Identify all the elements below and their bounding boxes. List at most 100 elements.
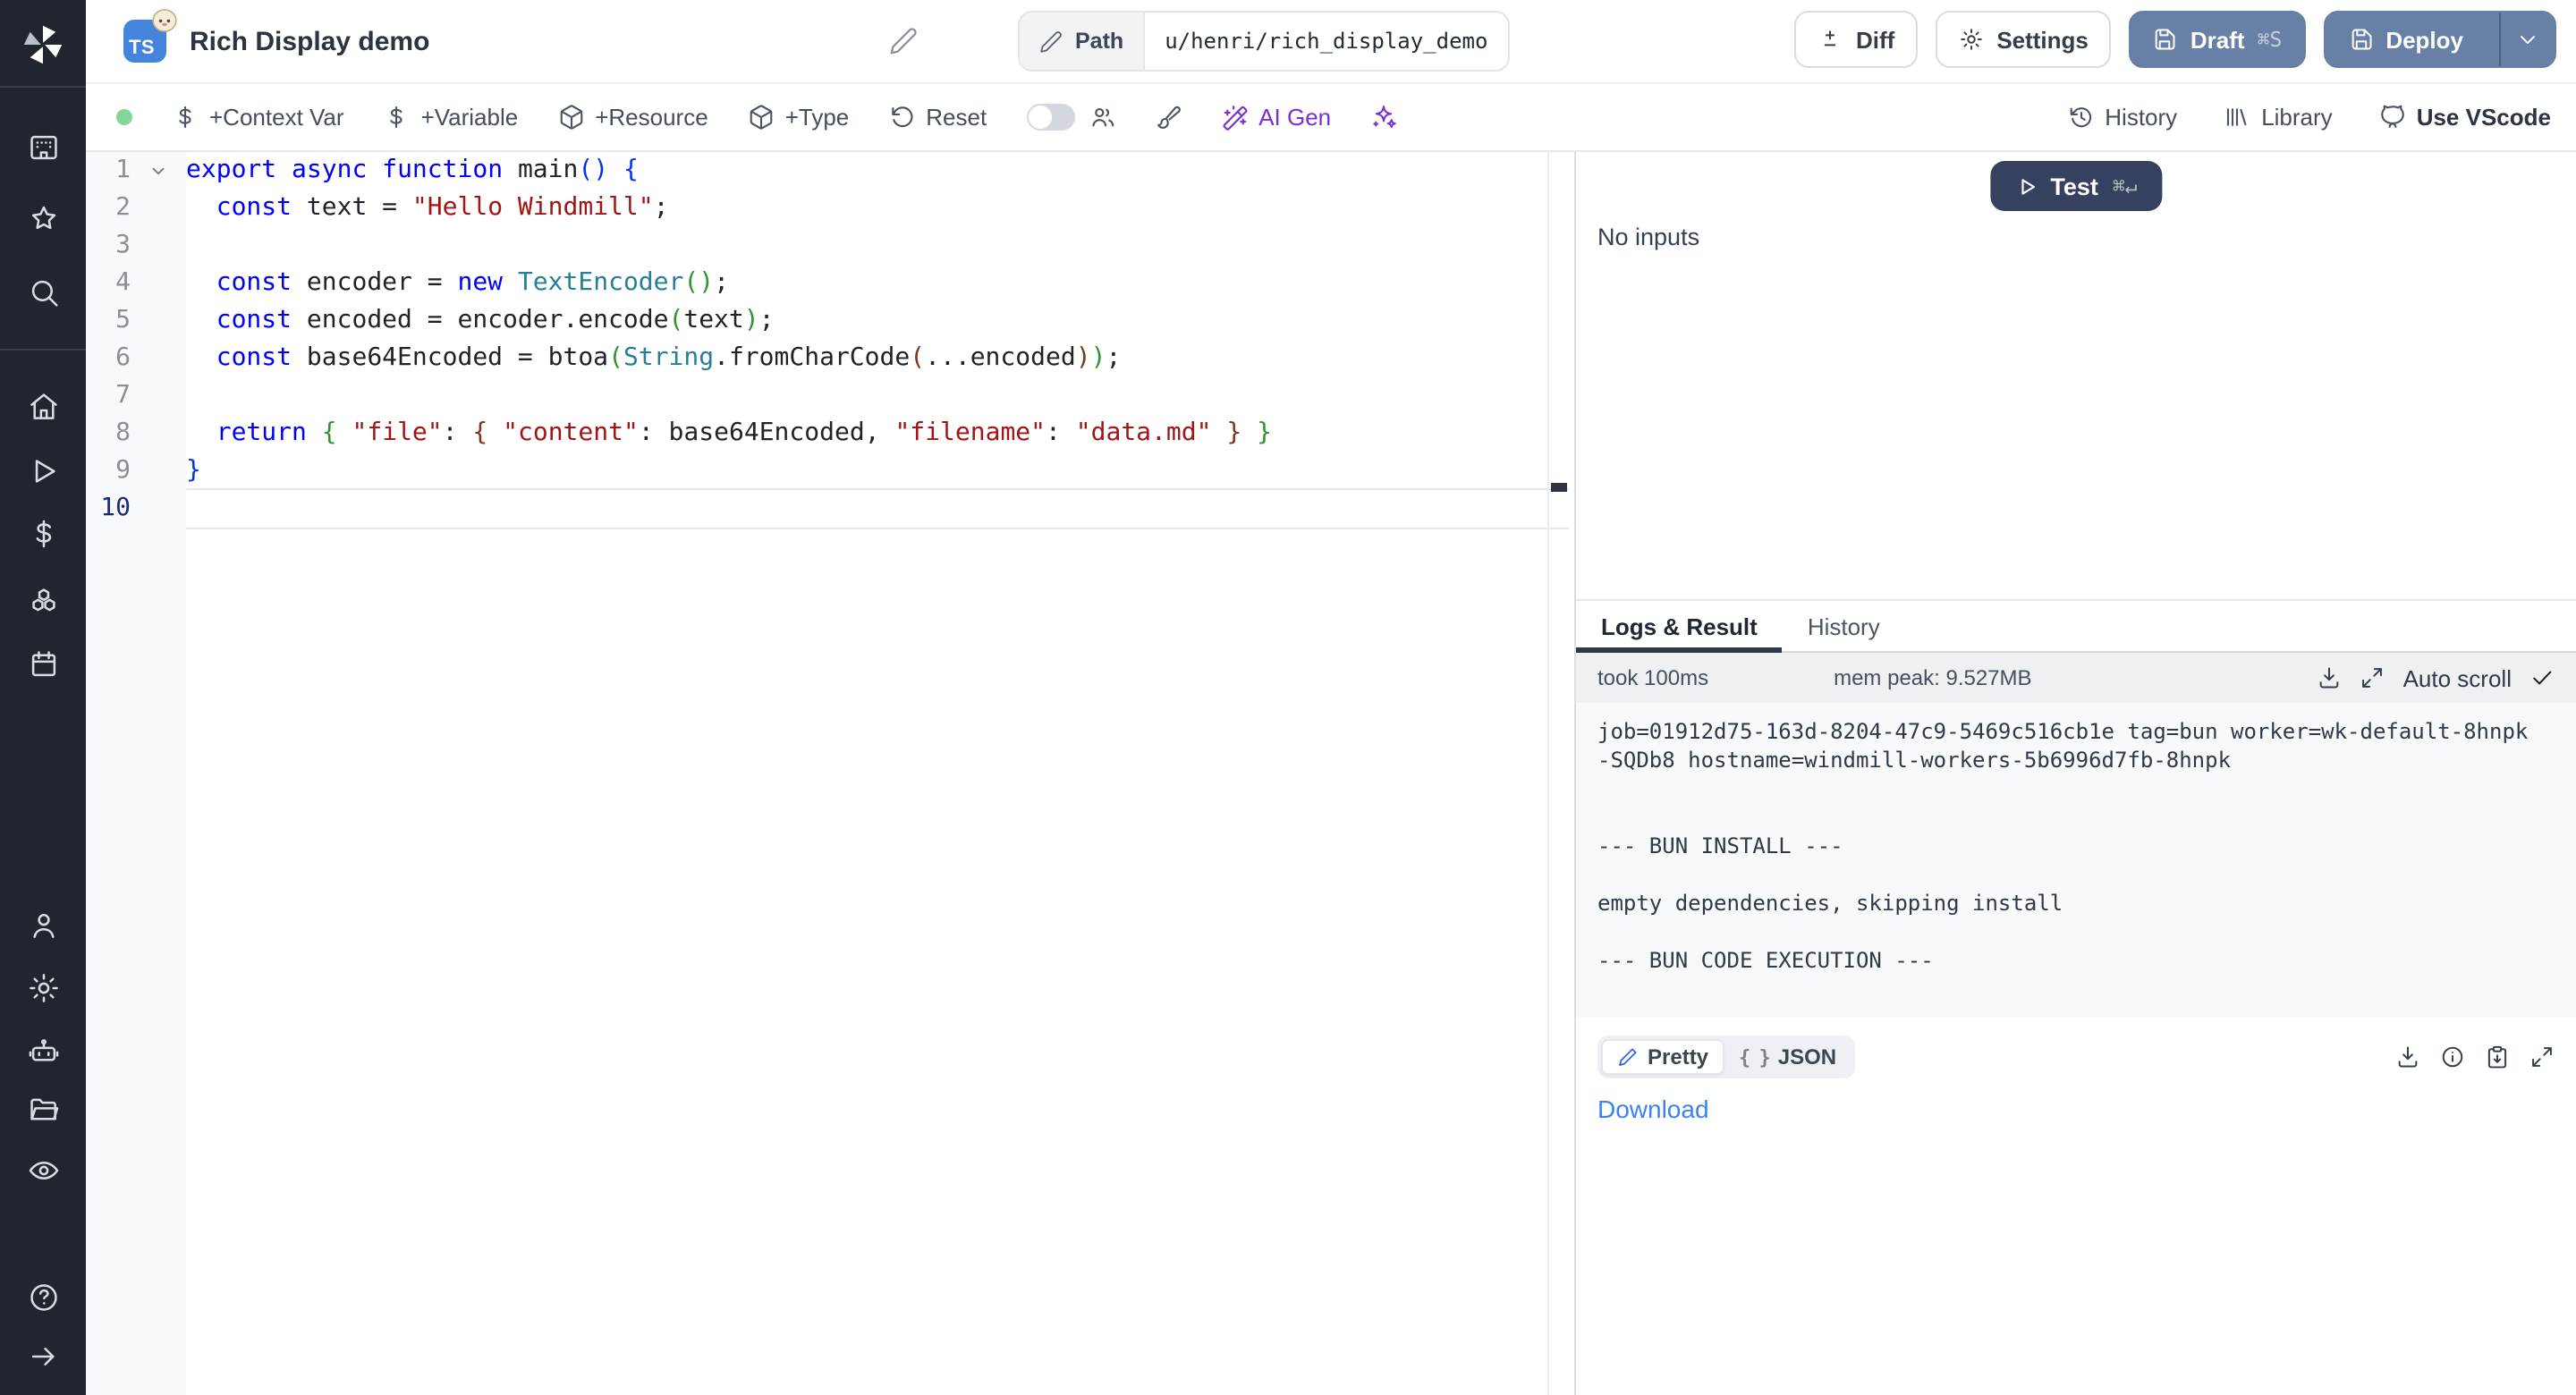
sidebar-item-collapse[interactable] <box>0 1332 86 1379</box>
ai-gen-button[interactable]: AI Gen <box>1221 104 1331 131</box>
sidebar-item-audit-logs[interactable] <box>0 1146 86 1193</box>
test-runner-section: Test ⌘↵ No inputs <box>1576 152 2576 599</box>
header-left: TS Rich Display demo <box>123 0 429 82</box>
download-result-link[interactable]: Download <box>1597 1095 1709 1123</box>
main-area: TS Rich Display demo Path u/henri/rich_d… <box>86 0 2576 1395</box>
view-pretty-option[interactable]: Pretty <box>1601 1039 1724 1075</box>
tab-logs-result[interactable]: Logs & Result <box>1576 601 1783 651</box>
resources-icon <box>26 582 60 616</box>
history-button[interactable]: History <box>2067 104 2177 131</box>
deploy-dropdown-button[interactable] <box>2499 13 2555 66</box>
sparkles-icon <box>1370 104 1397 131</box>
sidebar-divider <box>0 86 86 88</box>
add-resource-button[interactable]: +Resource <box>557 104 708 131</box>
ai-sparkles-button[interactable] <box>1370 104 1397 131</box>
check-icon[interactable] <box>2529 665 2555 690</box>
sidebar-item-resources[interactable] <box>0 576 86 622</box>
download-result-icon[interactable] <box>2395 1044 2420 1070</box>
sidebar-item-settings[interactable] <box>0 964 86 1010</box>
library-icon <box>2224 104 2250 131</box>
path-control[interactable]: Path u/henri/rich_display_demo <box>1018 11 1509 72</box>
magic-wand-icon <box>1221 104 1248 131</box>
sidebar-item-folders[interactable] <box>0 1086 86 1132</box>
pen-icon <box>1617 1046 1639 1068</box>
no-inputs-label: No inputs <box>1597 224 1699 250</box>
view-json-option[interactable]: { } JSON <box>1724 1041 1851 1073</box>
sidebar-item-user[interactable] <box>0 901 86 948</box>
header-actions: Diff Settings Draft ⌘S Deploy <box>1795 11 2556 68</box>
test-button[interactable]: Test ⌘↵ <box>1989 161 2162 211</box>
favorites-icon <box>26 201 60 235</box>
code-editor[interactable]: 1export async function main() {2 const t… <box>86 152 1569 1395</box>
workers-icon <box>26 1033 60 1067</box>
sidebar-item-workers[interactable] <box>0 1027 86 1073</box>
library-button[interactable]: Library <box>2224 104 2333 131</box>
chevron-down-icon <box>2515 27 2540 52</box>
sidebar-item-variables[interactable] <box>0 510 86 556</box>
settings-button[interactable]: Settings <box>1936 11 2112 68</box>
preview-panel: Test ⌘↵ No inputs Logs & Result History … <box>1574 152 2576 1395</box>
format-brush-button[interactable] <box>1155 104 1182 131</box>
vscode-icon <box>2379 104 2406 131</box>
copy-clipboard-icon[interactable] <box>2485 1044 2510 1070</box>
log-output[interactable]: job=01912d75-163d-8204-47c9-5469c516cb1e… <box>1576 703 2576 1018</box>
help-icon <box>26 1280 60 1314</box>
dollar-icon <box>384 104 411 131</box>
auto-scroll-label[interactable]: Auto scroll <box>2403 664 2512 691</box>
bun-logo-icon <box>152 9 177 32</box>
deploy-button[interactable]: Deploy <box>2323 11 2556 68</box>
diff-icon <box>1818 27 1843 52</box>
sidebar-item-help[interactable] <box>0 1273 86 1320</box>
folders-icon <box>26 1092 60 1126</box>
overview-ruler[interactable] <box>1547 152 1569 1395</box>
sidebar-item-home[interactable] <box>0 383 86 429</box>
editor-toolbar: +Context Var +Variable +Resource +Type R… <box>86 84 2576 152</box>
tab-history[interactable]: History <box>1783 601 1905 651</box>
users-icon <box>1089 104 1115 131</box>
sidebar-item-schedules[interactable] <box>0 640 86 687</box>
add-type-button[interactable]: +Type <box>748 104 850 131</box>
collab-toggle[interactable] <box>1026 104 1074 131</box>
draft-shortcut: ⌘S <box>2258 27 2283 52</box>
braces-icon: { } <box>1739 1045 1769 1069</box>
result-view-toggle: Pretty { } JSON <box>1597 1036 1854 1078</box>
diff-button[interactable]: Diff <box>1795 11 1918 68</box>
expand-result-icon[interactable] <box>2529 1044 2555 1070</box>
user-icon <box>26 908 60 942</box>
edit-title-pencil-icon[interactable] <box>889 27 918 55</box>
line-number: 5 <box>86 302 131 340</box>
code-text: return { "file": { "content": base64Enco… <box>186 415 1272 452</box>
add-variable-button[interactable]: +Variable <box>384 104 519 131</box>
pencil-icon <box>1039 30 1063 53</box>
draft-button[interactable]: Draft ⌘S <box>2130 11 2305 68</box>
collapse-icon <box>26 1339 60 1373</box>
add-context-var-button[interactable]: +Context Var <box>172 104 344 131</box>
reset-button[interactable]: Reset <box>888 104 987 131</box>
code-line: 7 <box>86 377 1569 415</box>
info-icon[interactable] <box>2440 1044 2465 1070</box>
code-line: 2 const text = "Hello Windmill"; <box>86 190 1569 227</box>
sidebar-item-runs[interactable] <box>0 447 86 494</box>
code-line: 8 return { "file": { "content": base64En… <box>86 415 1569 452</box>
sidebar-item-favorites[interactable] <box>0 195 86 241</box>
audit-logs-icon <box>26 1153 60 1187</box>
sidebar-item-apps[interactable] <box>0 123 86 170</box>
code-text: const base64Encoded = btoa(String.fromCh… <box>186 340 1121 377</box>
download-logs-icon[interactable] <box>2318 665 2343 690</box>
code-text: export async function main() { <box>186 152 639 190</box>
line-number: 9 <box>86 452 131 490</box>
lang-label: TS <box>129 38 155 59</box>
code-line: 9} <box>86 452 1569 490</box>
use-vscode-button[interactable]: Use VScode <box>2379 104 2551 131</box>
line-number: 3 <box>86 227 131 265</box>
sidebar-item-search[interactable] <box>0 268 86 315</box>
fold-chevron-icon[interactable] <box>148 161 168 181</box>
expand-logs-icon[interactable] <box>2360 665 2385 690</box>
code-line: 4 const encoder = new TextEncoder(); <box>86 265 1569 302</box>
reset-icon <box>888 104 915 131</box>
path-edit-button[interactable]: Path <box>1020 13 1145 70</box>
windmill-logo[interactable] <box>0 20 86 70</box>
toolbar-right: History Library Use VScode <box>2067 104 2551 131</box>
users-button[interactable] <box>1089 104 1115 131</box>
content: 1export async function main() {2 const t… <box>86 152 2576 1395</box>
